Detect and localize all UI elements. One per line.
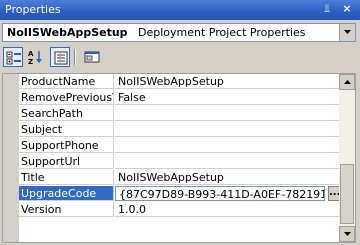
alphabetical-button[interactable]: A Z [25, 47, 45, 67]
property-name: Subject [19, 122, 114, 137]
scroll-up-icon [344, 80, 351, 84]
vertical-scrollbar[interactable] [339, 74, 355, 242]
toolbar: A Z [0, 45, 360, 71]
object-name: NoIISWebAppSetup [7, 26, 128, 39]
property-row-searchpath[interactable]: SearchPath [19, 106, 339, 122]
property-name: SupportUrl [19, 154, 114, 169]
window-title: Properties [5, 3, 61, 16]
scroll-thumb[interactable] [340, 164, 354, 224]
property-row-title[interactable]: Title NoIISWebAppSetup [19, 170, 339, 186]
property-value[interactable] [115, 122, 339, 137]
property-row-supportphone[interactable]: SupportPhone [19, 138, 339, 154]
property-row-supporturl[interactable]: SupportUrl [19, 154, 339, 170]
property-value[interactable]: NoIISWebAppSetup [115, 74, 339, 89]
toolbar-separator [74, 49, 76, 65]
property-value[interactable] [115, 106, 339, 121]
property-value[interactable]: NoIISWebAppSetup [115, 170, 339, 185]
property-pages-icon [84, 51, 100, 63]
scroll-down-icon [344, 232, 351, 236]
property-row-upgradecode[interactable]: UpgradeCode {87C97D89-B993-411D-A0EF-782… [19, 186, 341, 202]
property-name: RemovePreviousV [19, 90, 114, 105]
property-name: Title [19, 170, 114, 185]
property-name: ProductName [19, 74, 114, 89]
scroll-up-button[interactable] [339, 74, 355, 90]
grid-margin [3, 74, 19, 242]
scroll-down-button[interactable] [339, 226, 355, 242]
property-row-removepreviousversions[interactable]: RemovePreviousV False [19, 90, 339, 106]
property-value[interactable] [115, 138, 339, 153]
svg-text:Z: Z [28, 58, 33, 65]
object-selector[interactable]: NoIISWebAppSetup Deployment Project Prop… [2, 23, 356, 42]
object-type: Deployment Project Properties [138, 26, 306, 39]
property-row-subject[interactable]: Subject [19, 122, 339, 138]
chevron-down-icon[interactable] [339, 24, 355, 41]
alphabetical-icon: A Z [28, 50, 42, 65]
svg-text:A: A [28, 50, 34, 58]
property-name: SupportPhone [19, 138, 114, 153]
properties-view-button[interactable] [50, 47, 70, 67]
property-name: UpgradeCode [19, 186, 114, 201]
categorized-icon [6, 51, 21, 65]
pin-icon[interactable]: ⫫ [320, 2, 334, 16]
property-value[interactable]: 1.0.0 [115, 202, 339, 217]
properties-icon [54, 51, 68, 65]
property-name: Version [19, 202, 114, 217]
categorized-button[interactable] [3, 47, 23, 67]
property-row-productname[interactable]: ProductName NoIISWebAppSetup [19, 74, 339, 90]
property-grid: ProductName NoIISWebAppSetup RemovePrevi… [2, 73, 356, 243]
property-value[interactable] [115, 154, 339, 169]
property-pages-button[interactable] [82, 47, 102, 67]
properties-panel: Properties ⫫ × NoIISWebAppSetup Deployme… [0, 0, 360, 245]
close-icon[interactable]: × [340, 2, 354, 16]
property-row-version[interactable]: Version 1.0.0 [19, 202, 339, 218]
property-value[interactable]: False [115, 90, 339, 105]
title-bar: Properties ⫫ × [0, 0, 360, 20]
property-value-editor[interactable]: {87C97D89-B993-411D-A0EF-782191F1DB [115, 186, 325, 201]
property-name: SearchPath [19, 106, 114, 121]
